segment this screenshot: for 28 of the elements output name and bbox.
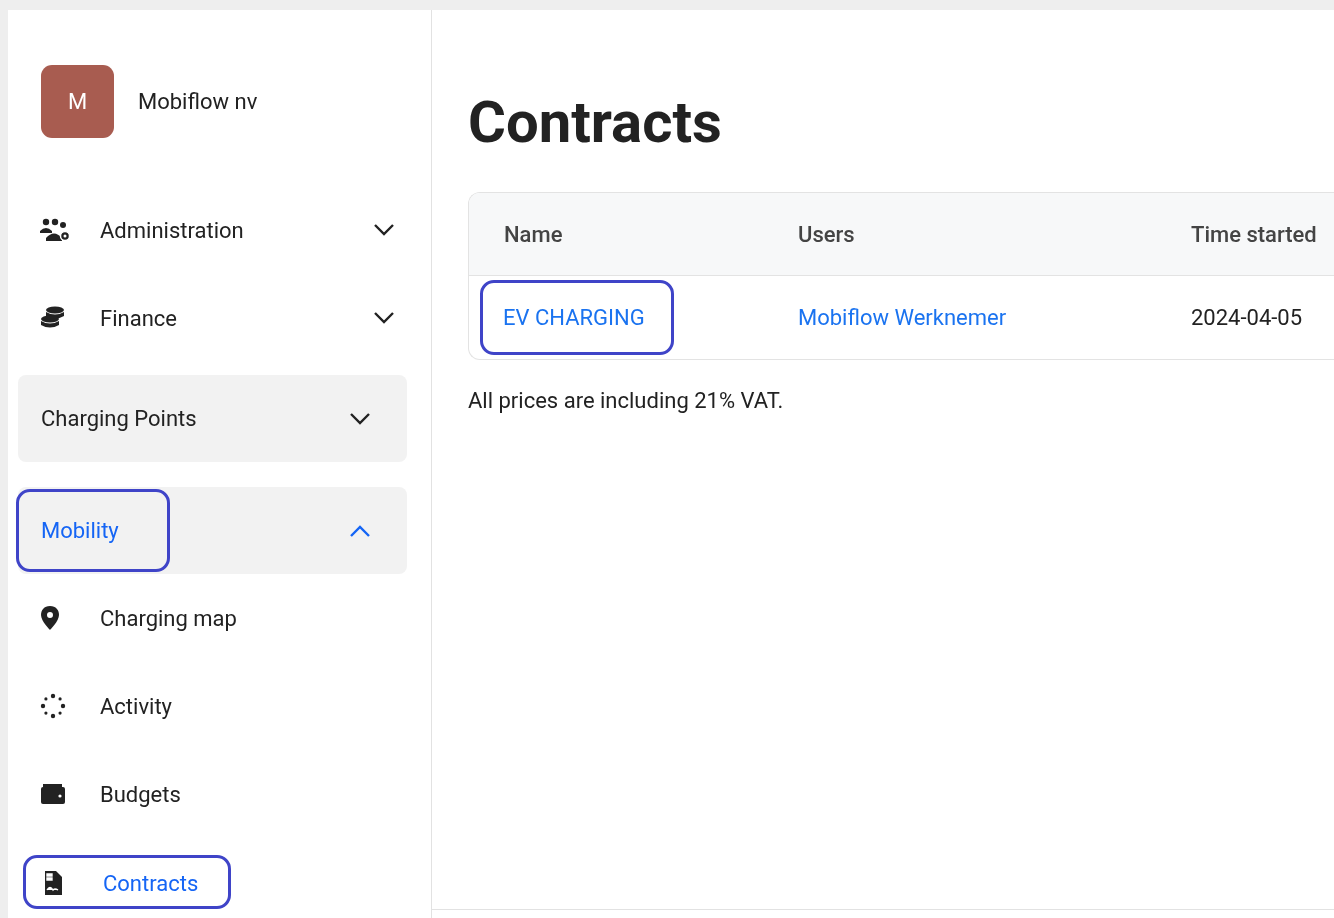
- coins-icon: [40, 306, 66, 330]
- page-title: Contracts: [468, 88, 723, 156]
- org-avatar: M: [41, 65, 114, 138]
- dotted-circle-icon: [40, 693, 66, 719]
- column-header: Name: [469, 193, 763, 276]
- vat-note: All prices are including 21% VAT.: [468, 388, 785, 413]
- chevron-down-icon: [349, 411, 371, 426]
- chevron-down-icon: [373, 223, 395, 237]
- table-link[interactable]: Mobiflow Werknemer: [798, 305, 1007, 330]
- nav-link[interactable]: Charging map: [32, 599, 267, 637]
- map-pin-icon: [40, 605, 60, 631]
- document-icon: [43, 870, 63, 896]
- chevron-up-icon: [349, 523, 371, 538]
- nav-link[interactable]: Contracts: [23, 855, 232, 909]
- menu-group[interactable]: Mobility: [18, 487, 407, 574]
- chevron-down-icon: [373, 311, 395, 325]
- column-header: Users: [763, 193, 1156, 276]
- table-link[interactable]: EV CHARGING: [480, 280, 674, 355]
- menu-item[interactable]: Finance: [18, 274, 407, 362]
- users-gear-icon: [40, 218, 70, 242]
- menu-group[interactable]: Charging Points: [18, 375, 407, 462]
- nav-link[interactable]: Budgets: [32, 775, 211, 813]
- org-name: Mobiflow nv: [138, 89, 258, 114]
- nav-link[interactable]: Activity: [32, 687, 203, 725]
- table-cell: 2024-04-05: [1191, 305, 1303, 330]
- wallet-icon: [40, 783, 66, 805]
- column-header: Time started: [1156, 193, 1334, 276]
- menu-item[interactable]: Administration: [18, 186, 407, 274]
